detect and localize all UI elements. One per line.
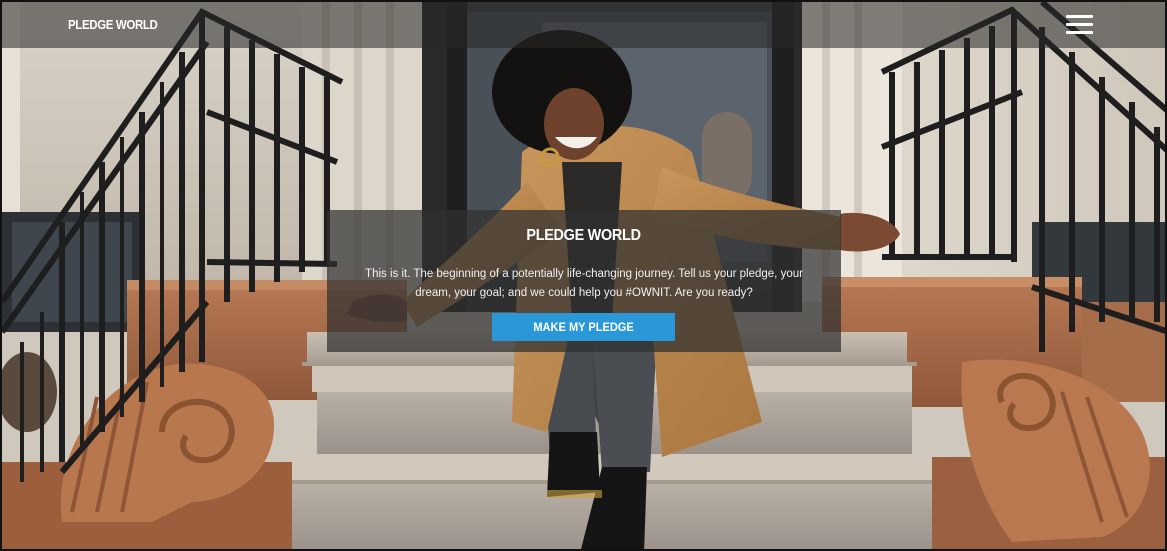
make-my-pledge-button[interactable]: MAKE MY PLEDGE	[492, 313, 675, 341]
hero-section: PLEDGE WORLD PLEDGE WORLD This is it. Th…	[0, 0, 1167, 551]
hero-title: PLEDGE WORLD	[526, 227, 642, 244]
brand-logo-link[interactable]: PLEDGE WORLD	[68, 18, 158, 32]
top-navigation-bar: PLEDGE WORLD	[2, 2, 1165, 48]
hamburger-menu-icon[interactable]	[1066, 15, 1095, 35]
hero-overlay-card: PLEDGE WORLD This is it. The beginning o…	[327, 210, 841, 352]
hero-description: This is it. The beginning of a potential…	[365, 268, 803, 299]
